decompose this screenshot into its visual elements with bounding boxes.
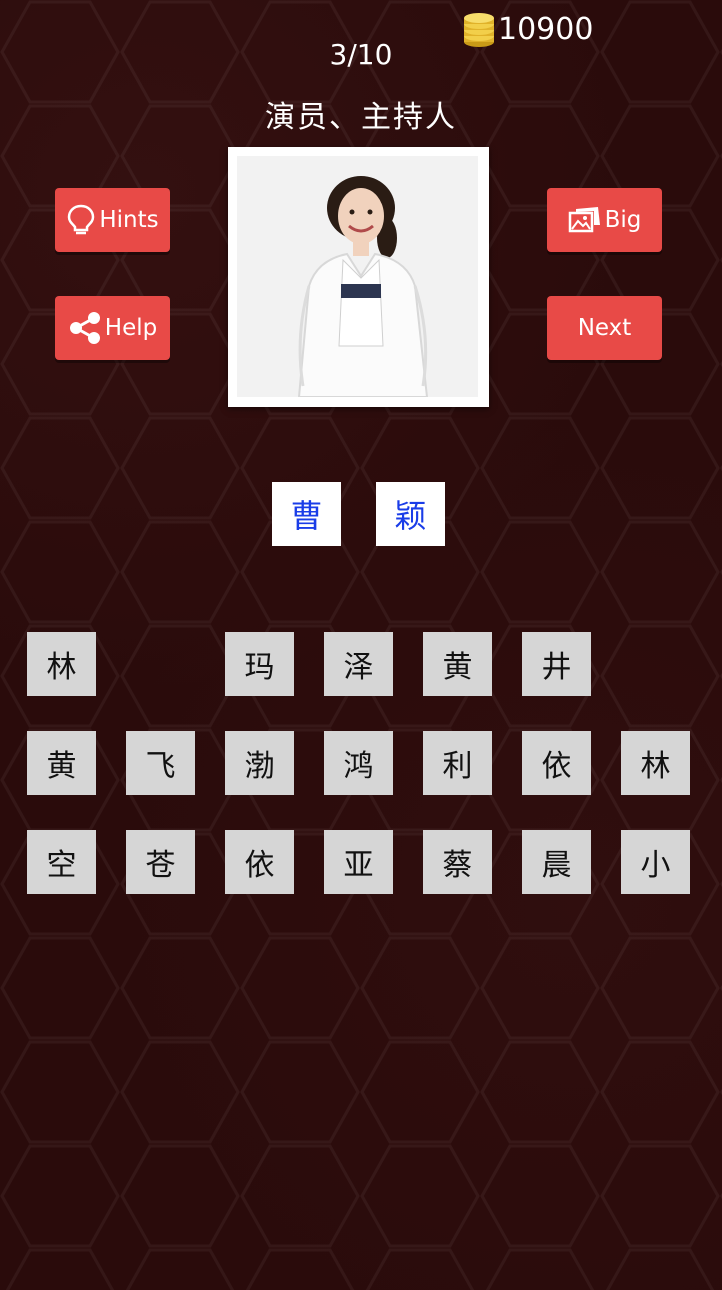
help-label: Help xyxy=(104,315,158,341)
category-label: 演员、主持人 xyxy=(265,100,457,135)
share-icon xyxy=(69,312,100,344)
letter-tile[interactable]: 依 xyxy=(225,830,294,894)
lightbulb-icon xyxy=(68,204,95,235)
letter-tile[interactable]: 小 xyxy=(621,830,690,894)
level-progress: 3/10 xyxy=(329,38,393,71)
photo-frame[interactable] xyxy=(228,147,489,407)
letter-tile[interactable]: 黄 xyxy=(27,731,96,795)
letter-tile[interactable]: 依 xyxy=(522,731,591,795)
letter-tile[interactable]: 利 xyxy=(423,731,492,795)
letter-tile[interactable]: 林 xyxy=(27,632,96,696)
hints-label: Hints xyxy=(99,207,159,233)
celebrity-photo xyxy=(237,156,478,397)
letter-tile[interactable]: 黄 xyxy=(423,632,492,696)
letter-tile[interactable]: 林 xyxy=(621,731,690,795)
letter-tile[interactable]: 渤 xyxy=(225,731,294,795)
letter-tile[interactable]: 晨 xyxy=(522,830,591,894)
letter-tile[interactable]: 井 xyxy=(522,632,591,696)
picture-icon xyxy=(568,207,600,233)
letter-tile[interactable]: 蔡 xyxy=(423,830,492,894)
help-button[interactable]: Help xyxy=(55,296,170,360)
letter-tile[interactable]: 空 xyxy=(27,830,96,894)
hints-button[interactable]: Hints xyxy=(55,188,170,252)
answer-slot-1[interactable]: 曹 xyxy=(272,482,341,546)
answer-slot-2[interactable]: 颖 xyxy=(376,482,445,546)
big-label: Big xyxy=(604,207,642,233)
letter-tile[interactable]: 鸿 xyxy=(324,731,393,795)
letter-tile[interactable]: 飞 xyxy=(126,731,195,795)
big-button[interactable]: Big xyxy=(547,188,662,252)
letter-tile[interactable]: 亚 xyxy=(324,830,393,894)
letter-tile[interactable]: 泽 xyxy=(324,632,393,696)
next-label: Next xyxy=(577,315,632,341)
letter-tile[interactable]: 苍 xyxy=(126,830,195,894)
next-button[interactable]: Next xyxy=(547,296,662,360)
letter-tile[interactable]: 玛 xyxy=(225,632,294,696)
